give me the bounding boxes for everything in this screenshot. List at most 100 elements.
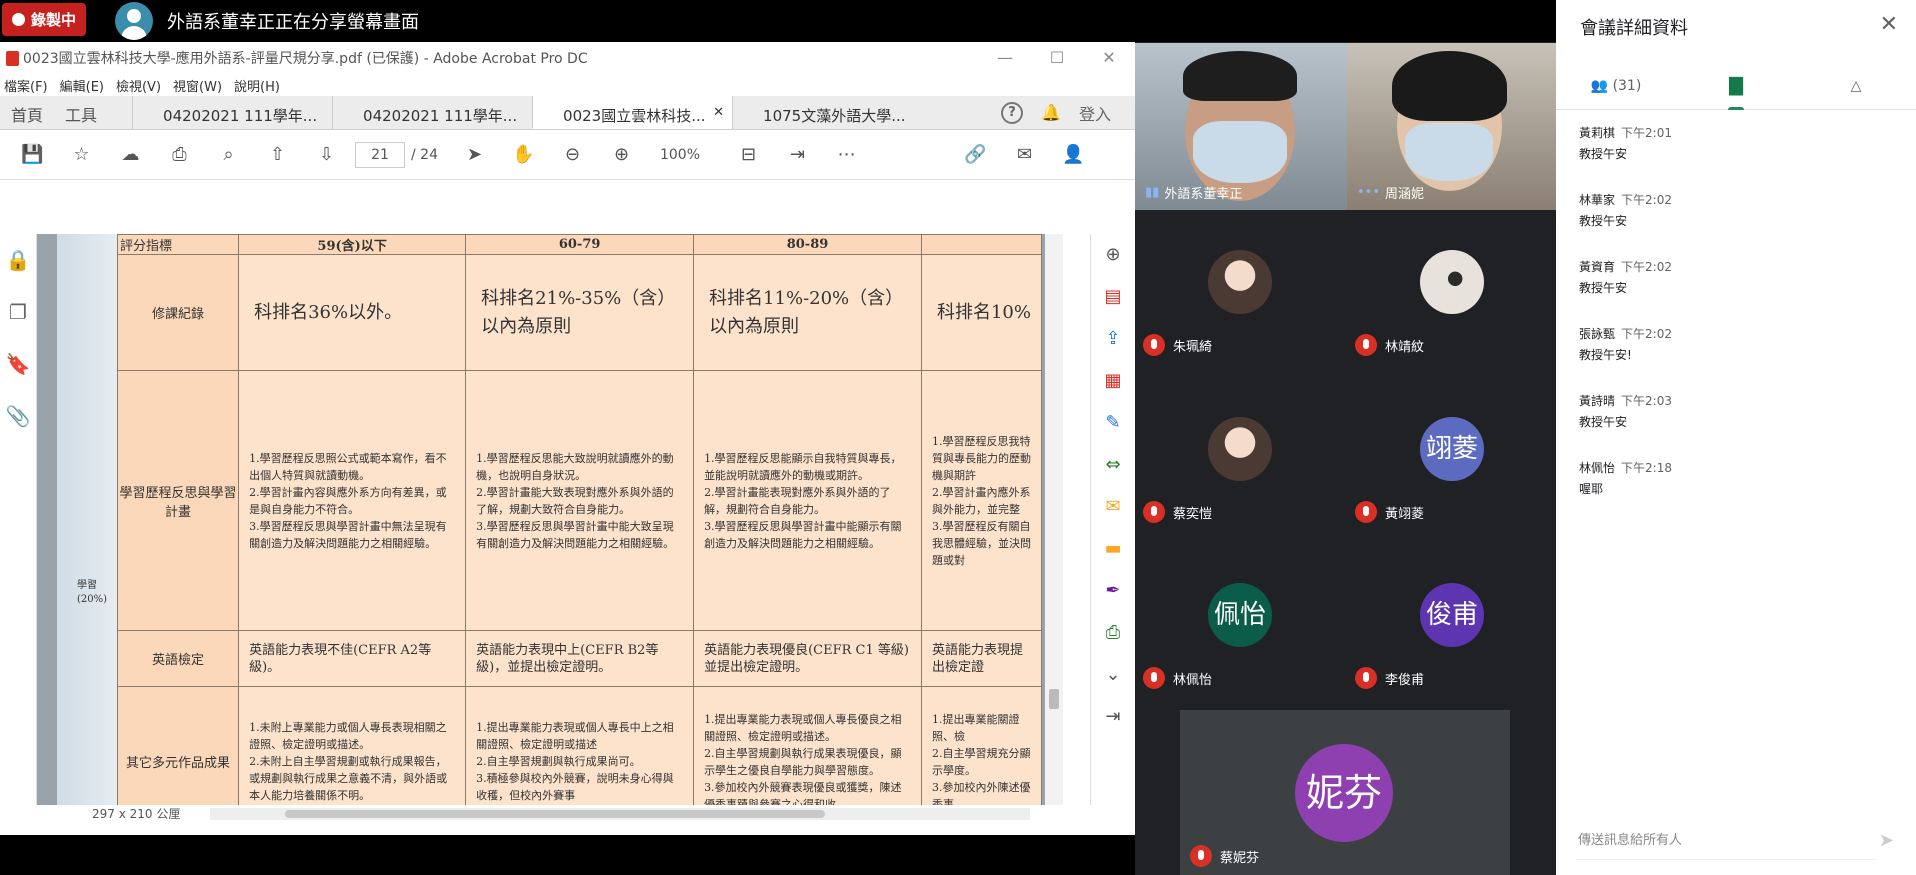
video-tile-host[interactable]: ▮▮ 外語系董幸正 [1135,43,1347,210]
maximize-icon[interactable]: ☐ [1031,42,1083,74]
participant-name: 林佩怡 [1143,667,1212,689]
participant-tile[interactable]: 翊菱 黃翊菱 [1347,377,1559,543]
sign-in-button[interactable]: 登入 [1079,101,1111,125]
participant-name: 黃翊菱 [1355,501,1424,523]
window-titlebar: 0023國立雲林科技大學-應用外語系-評量尺規分享.pdf (已保護) - Ad… [0,42,1135,74]
panel-title: 會議詳細資料 [1580,18,1688,39]
fit-page-icon[interactable]: ⊟ [724,144,773,165]
column-header: 59(含)以下 [238,234,467,255]
create-pdf-icon[interactable]: ▤ [1091,276,1135,318]
collapse-panel-icon[interactable]: ⇥ [1091,696,1135,738]
share-status-text: 外語系董幸正正在分享螢幕畫面 [167,12,419,33]
bell-icon[interactable]: 🔔 [1041,103,1061,122]
document-view[interactable]: 學習 (20%) 評分指標 59(含)以下 60-79 80-89 修課紀錄 科排… [37,234,1045,805]
close-icon[interactable]: ✕ [1083,42,1135,74]
rubric-cell: 科排名10% [920,254,1043,371]
avatar: 妮芬 [1295,744,1393,842]
help-icon[interactable]: ? [1001,101,1024,124]
meeting-details-panel: 會議詳細資料 ✕ 👥 (31) ▇ △ 黃莉棋 下午2:01 教授午安 林華家 下午2… [1556,0,1916,875]
menu-window[interactable]: 視窗(W) [173,76,222,95]
row-label: 修課紀錄 [116,254,240,371]
organize-pages-icon[interactable]: ▦ [1091,360,1135,402]
page-number-input[interactable]: 21 [355,141,405,168]
search-icon[interactable]: ⌕ [204,144,253,165]
more-icon[interactable]: ⋯ [822,144,871,165]
participant-tile[interactable]: 蔡奕愷 [1135,377,1347,543]
doc-tab[interactable]: 04202021 111學年... [332,96,532,129]
zoom-tool-icon[interactable]: ⊕ [1091,234,1135,276]
tab-activities[interactable]: △ [1796,68,1916,109]
home-nav[interactable]: 首頁 [0,96,54,129]
sign-icon[interactable]: ✒ [1091,570,1135,612]
lock-icon[interactable]: 🔒 [0,234,36,286]
tab-people[interactable]: 👥 (31) [1556,68,1676,109]
menu-edit[interactable]: 編輯(E) [60,76,104,95]
menu-help[interactable]: 說明(H) [234,76,280,95]
panel-tabs: 👥 (31) ▇ △ [1556,68,1916,110]
chat-message: 黃詩晴 下午2:03 教授午安 [1579,394,1672,429]
send-icon[interactable]: ➤ [1879,830,1894,851]
notes-icon[interactable]: ▬ [1091,528,1135,570]
zoom-out-icon[interactable]: ⊖ [548,144,597,165]
rubric-cell: 1.提出專業能力表現或個人專長優良之相關證照、檢定證明或描述。 2.自主學習規劃… [693,686,922,805]
pages-icon[interactable]: ❐ [0,286,36,338]
export-pdf-icon[interactable]: ⇪ [1091,318,1135,360]
speaker-tile[interactable]: 妮芬 蔡妮芬 [1180,710,1510,875]
mic-off-icon [1143,667,1165,689]
share-link-icon[interactable]: 🔗 [951,144,1000,165]
next-page-icon[interactable]: ⇩ [302,144,351,165]
avatar [1208,417,1272,481]
row-label: 其它多元作品成果 [116,686,240,805]
minimize-icon[interactable]: — [979,42,1031,74]
mic-off-icon [1355,334,1377,356]
close-tab-icon[interactable]: ✕ [713,105,724,120]
chat-message: 林佩怡 下午2:18 喔耶 [1579,461,1672,496]
mic-off-icon [1190,845,1212,867]
select-cursor-icon[interactable]: ➤ [450,144,499,165]
cloud-upload-icon[interactable]: ☁ [106,144,155,165]
compress-icon[interactable]: ⇔ [1091,444,1135,486]
doc-tab-active[interactable]: 0023國立雲林科技... ✕ [532,96,733,129]
chat-message: 黃莉棋 下午2:01 教授午安 [1579,126,1672,161]
column-header: 80-89 [693,234,922,255]
column-header [920,234,1043,255]
star-icon[interactable]: ☆ [57,144,106,165]
doc-tab[interactable]: 1075文藻外語大學... [732,96,932,129]
comment-icon[interactable]: ✉ [1091,486,1135,528]
chat-input[interactable]: 傳送訊息給所有人 [1576,822,1876,860]
mic-off-icon [1143,501,1165,523]
doc-tab[interactable]: 04202021 111學年... [132,96,332,129]
print-icon[interactable]: ⎙ [155,144,204,165]
zoom-select[interactable]: 100% [652,142,724,168]
vertical-scrollbar[interactable] [1045,234,1063,805]
edit-pdf-icon[interactable]: ✎ [1091,402,1135,444]
tools-nav[interactable]: 工具 [54,96,108,129]
zoom-in-icon[interactable]: ⊕ [597,144,646,165]
menu-view[interactable]: 檢視(V) [116,76,161,95]
rubric-cell: 英語能力表現不佳(CEFR A2等級)。 [238,630,467,687]
participant-tile[interactable]: 俊甫 李俊甫 [1347,543,1559,709]
close-panel-icon[interactable]: ✕ [1880,12,1898,37]
email-icon[interactable]: ✉ [1000,144,1049,165]
add-user-icon[interactable]: 👤 [1049,144,1098,165]
video-tile-participant[interactable]: ••• 周涵妮 [1347,43,1559,210]
pdf-icon [6,50,19,66]
scroll-mode-icon[interactable]: ⇥ [773,144,822,165]
hand-tool-icon[interactable]: ✋ [499,144,548,165]
tab-chat[interactable]: ▇ [1676,68,1796,110]
horizontal-scrollbar[interactable] [210,808,1030,820]
menu-file[interactable]: 檔案(F) [4,76,48,95]
participant-tile[interactable]: 佩怡 林佩怡 [1135,543,1347,709]
avatar: 翊菱 [1420,417,1484,481]
attachment-icon[interactable]: 📎 [0,390,36,442]
expand-icon[interactable]: ⌄ [1091,654,1135,696]
bookmark-icon[interactable]: 🔖 [0,338,36,390]
recording-label: 錄製中 [31,11,77,29]
participant-tile[interactable]: 林靖紋 [1347,210,1559,376]
participant-tile[interactable]: 朱珮綺 [1135,210,1347,376]
rubric-cell: 1.學習歷程反思照公式或範本寫作，看不出個人特質與就讀動機。 2.學習計畫內容與… [238,370,467,631]
print-production-icon[interactable]: ⎙ [1091,612,1135,654]
participant-name: 蔡妮芬 [1190,845,1259,867]
save-icon[interactable]: 💾 [8,144,57,165]
prev-page-icon[interactable]: ⇧ [253,144,302,165]
